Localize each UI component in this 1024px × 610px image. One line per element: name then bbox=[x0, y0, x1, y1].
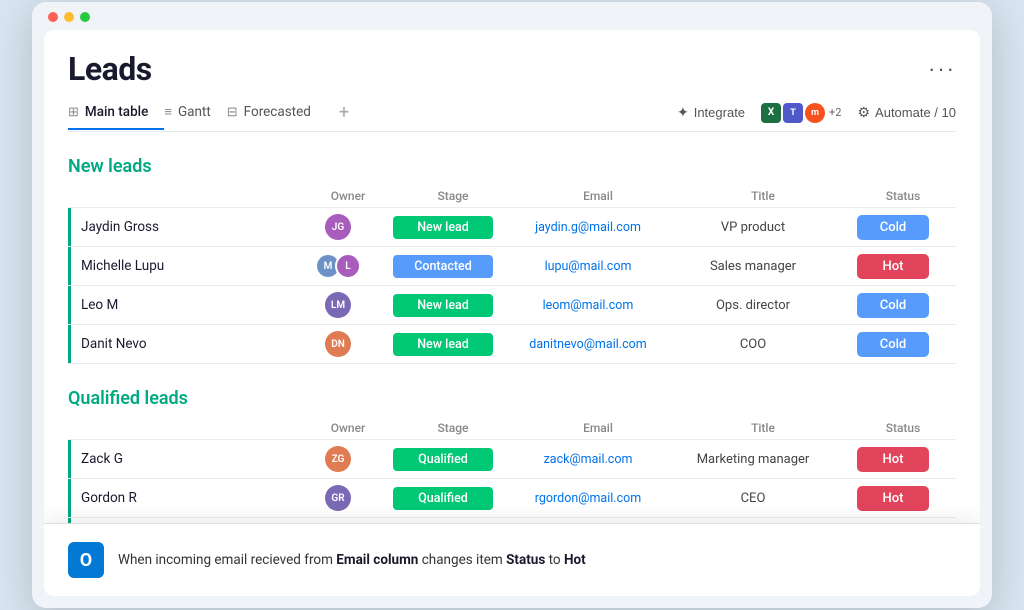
new-leads-col-headers: Owner Stage Email Title Status bbox=[68, 185, 956, 207]
email-cell[interactable]: danitnevo@mail.com bbox=[508, 337, 668, 352]
title-cell: COO bbox=[668, 337, 838, 352]
right-actions: ✦ Integrate X T m +2 ⚙ Automate / 10 bbox=[677, 103, 956, 123]
tab-gantt[interactable]: ≡ Gantt bbox=[164, 96, 226, 130]
stage-cell[interactable]: Qualified bbox=[378, 448, 508, 471]
title-cell: Sales manager bbox=[668, 259, 838, 274]
tooltip-popup: O When incoming email recieved from Emai… bbox=[44, 523, 980, 596]
integrate-icon: ✦ bbox=[677, 104, 689, 121]
owner-cell: GR bbox=[298, 485, 378, 511]
owner-cell: ZG bbox=[298, 446, 378, 472]
status-cell[interactable]: Cold bbox=[838, 293, 948, 318]
status-badge: Hot bbox=[857, 447, 929, 472]
app-content: Leads ··· ⊞ Main table ≡ Gantt ⊟ Forecas… bbox=[44, 30, 980, 596]
table-row: Michelle Lupu M L Contacted lupu@mail.co… bbox=[68, 246, 956, 285]
tooltip-text: When incoming email recieved from Email … bbox=[118, 552, 586, 568]
stage-badge: New lead bbox=[393, 216, 493, 239]
table-row: Gordon R GR Qualified rgordon@mail.com C… bbox=[68, 478, 956, 517]
owner-cell: LM bbox=[298, 292, 378, 318]
monday-icon[interactable]: m bbox=[805, 103, 825, 123]
stage-badge: Qualified bbox=[393, 448, 493, 471]
avatar: ZG bbox=[325, 446, 351, 472]
status-cell[interactable]: Cold bbox=[838, 215, 948, 240]
stage-badge: Qualified bbox=[393, 487, 493, 510]
status-badge: Cold bbox=[857, 332, 929, 357]
forecast-icon: ⊟ bbox=[227, 105, 238, 120]
lead-name: Gordon R bbox=[68, 479, 298, 517]
more-options-button[interactable]: ··· bbox=[928, 56, 956, 82]
email-cell[interactable]: zack@mail.com bbox=[508, 452, 668, 467]
email-cell[interactable]: lupu@mail.com bbox=[508, 259, 668, 274]
email-cell[interactable]: leom@mail.com bbox=[508, 298, 668, 313]
title-cell: CEO bbox=[668, 491, 838, 506]
automate-button[interactable]: ⚙ Automate / 10 bbox=[857, 104, 956, 121]
table-row: Jaydin Gross JG New lead jaydin.g@mail.c… bbox=[68, 207, 956, 246]
close-dot[interactable] bbox=[48, 12, 58, 22]
more-integrations-label: +2 bbox=[829, 106, 841, 119]
owner-cell: DN bbox=[298, 331, 378, 357]
avatar: JG bbox=[325, 214, 351, 240]
app-window: Leads ··· ⊞ Main table ≡ Gantt ⊟ Forecas… bbox=[32, 2, 992, 608]
title-cell: Ops. director bbox=[668, 298, 838, 313]
tabs-row: ⊞ Main table ≡ Gantt ⊟ Forecasted + ✦ In… bbox=[68, 94, 956, 132]
stage-badge: New lead bbox=[393, 333, 493, 356]
email-cell[interactable]: rgordon@mail.com bbox=[508, 491, 668, 506]
status-cell[interactable]: Cold bbox=[838, 332, 948, 357]
page-title: Leads bbox=[68, 50, 152, 88]
table-row: Danit Nevo DN New lead danitnevo@mail.co… bbox=[68, 324, 956, 364]
lead-name: Michelle Lupu bbox=[68, 247, 298, 285]
integrate-button[interactable]: ✦ Integrate bbox=[677, 104, 745, 121]
status-cell[interactable]: Hot bbox=[838, 486, 948, 511]
stage-cell[interactable]: New lead bbox=[378, 333, 508, 356]
lead-name: Jaydin Gross bbox=[68, 208, 298, 246]
lead-name: Danit Nevo bbox=[68, 325, 298, 363]
stage-cell[interactable]: New lead bbox=[378, 294, 508, 317]
table-icon: ⊞ bbox=[68, 105, 79, 120]
owner-cell: M L bbox=[298, 253, 378, 279]
stage-badge: New lead bbox=[393, 294, 493, 317]
minimize-dot[interactable] bbox=[64, 12, 74, 22]
header-row: Leads ··· bbox=[68, 50, 956, 88]
status-cell[interactable]: Hot bbox=[838, 447, 948, 472]
lead-name: Leo M bbox=[68, 286, 298, 324]
status-badge: Cold bbox=[857, 215, 929, 240]
avatar: L bbox=[335, 253, 361, 279]
qualified-leads-col-headers: Owner Stage Email Title Status bbox=[68, 417, 956, 439]
gantt-icon: ≡ bbox=[164, 104, 172, 120]
integration-icons: X T m +2 bbox=[761, 103, 841, 123]
status-badge: Hot bbox=[857, 486, 929, 511]
title-cell: Marketing manager bbox=[668, 452, 838, 467]
stage-badge: Contacted bbox=[393, 255, 493, 278]
tab-main-table[interactable]: ⊞ Main table bbox=[68, 96, 164, 130]
status-cell[interactable]: Hot bbox=[838, 254, 948, 279]
tab-forecasted[interactable]: ⊟ Forecasted bbox=[227, 96, 327, 130]
excel-icon[interactable]: X bbox=[761, 103, 781, 123]
owner-cell: JG bbox=[298, 214, 378, 240]
teams-icon[interactable]: T bbox=[783, 103, 803, 123]
table-row: Zack G ZG Qualified zack@mail.com Market… bbox=[68, 439, 956, 478]
outlook-icon: O bbox=[68, 542, 104, 578]
stage-cell[interactable]: New lead bbox=[378, 216, 508, 239]
window-bar bbox=[32, 2, 992, 22]
new-leads-table: Jaydin Gross JG New lead jaydin.g@mail.c… bbox=[68, 207, 956, 364]
avatar: LM bbox=[325, 292, 351, 318]
stage-cell[interactable]: Qualified bbox=[378, 487, 508, 510]
status-badge: Cold bbox=[857, 293, 929, 318]
lead-name: Zack G bbox=[68, 440, 298, 478]
avatar: GR bbox=[325, 485, 351, 511]
new-leads-section-header: New leads bbox=[68, 152, 956, 177]
status-badge: Hot bbox=[857, 254, 929, 279]
qualified-leads-section-header: Qualified leads bbox=[68, 384, 956, 409]
avatar: DN bbox=[325, 331, 351, 357]
add-tab-button[interactable]: + bbox=[327, 94, 361, 131]
expand-dot[interactable] bbox=[80, 12, 90, 22]
table-row: Leo M LM New lead leom@mail.com Ops. dir… bbox=[68, 285, 956, 324]
email-cell[interactable]: jaydin.g@mail.com bbox=[508, 220, 668, 235]
stage-cell[interactable]: Contacted bbox=[378, 255, 508, 278]
title-cell: VP product bbox=[668, 220, 838, 235]
automate-icon: ⚙ bbox=[857, 104, 870, 121]
